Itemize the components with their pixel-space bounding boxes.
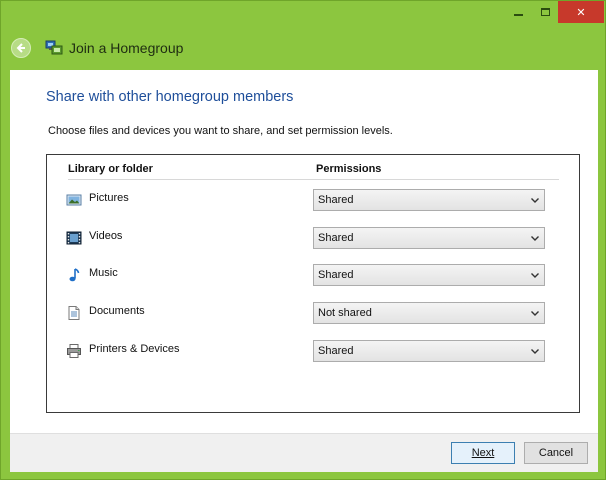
minimize-icon bbox=[513, 14, 523, 16]
printer-icon bbox=[67, 344, 81, 358]
row-label-videos: Videos bbox=[89, 230, 123, 242]
permission-select-printers-devices[interactable]: Shared bbox=[313, 340, 545, 362]
chevron-down-icon bbox=[531, 349, 539, 354]
chevron-down-icon bbox=[531, 198, 539, 203]
dialog-footer: Next Cancel bbox=[10, 433, 598, 472]
row-label-printers-devices: Printers & Devices bbox=[89, 343, 180, 355]
permission-value-videos: Shared bbox=[318, 232, 354, 244]
permission-select-pictures[interactable]: Shared bbox=[313, 189, 545, 211]
permission-select-videos[interactable]: Shared bbox=[313, 227, 545, 249]
permission-value-music: Shared bbox=[318, 269, 354, 281]
title-bar: Join a Homegroup bbox=[11, 35, 183, 61]
list-item-videos: Videos Shared bbox=[47, 226, 581, 250]
maximize-button[interactable] bbox=[532, 1, 558, 23]
chevron-down-icon bbox=[531, 311, 539, 316]
window-title: Join a Homegroup bbox=[69, 40, 184, 56]
permission-select-music[interactable]: Shared bbox=[313, 264, 545, 286]
row-label-music: Music bbox=[89, 267, 118, 279]
homegroup-window: ✕ Join a Homegroup Share with other home… bbox=[0, 0, 606, 480]
minimize-button[interactable] bbox=[504, 1, 532, 23]
videos-icon bbox=[66, 231, 82, 245]
chevron-down-icon bbox=[531, 273, 539, 278]
next-button[interactable]: Next bbox=[451, 442, 515, 464]
row-label-documents: Documents bbox=[89, 305, 145, 317]
header-divider bbox=[68, 179, 559, 180]
permission-value-printers-devices: Shared bbox=[318, 345, 354, 357]
cancel-button[interactable]: Cancel bbox=[524, 442, 588, 464]
music-icon bbox=[69, 268, 80, 282]
list-item-documents: Documents Not shared bbox=[47, 301, 581, 325]
list-item-music: Music Shared bbox=[47, 263, 581, 287]
page-heading: Share with other homegroup members bbox=[46, 89, 294, 105]
homegroup-icon bbox=[45, 40, 63, 55]
maximize-icon bbox=[540, 8, 550, 16]
back-button[interactable] bbox=[11, 38, 31, 58]
permission-value-documents: Not shared bbox=[318, 307, 372, 319]
share-settings-panel: Library or folder Permissions Pictures S… bbox=[46, 154, 580, 413]
permission-select-documents[interactable]: Not shared bbox=[313, 302, 545, 324]
chevron-down-icon bbox=[531, 236, 539, 241]
list-item-printers-devices: Printers & Devices Shared bbox=[47, 339, 581, 363]
documents-icon bbox=[68, 306, 80, 320]
page-description: Choose files and devices you want to sha… bbox=[48, 125, 393, 137]
back-arrow-icon bbox=[16, 43, 25, 53]
permission-value-pictures: Shared bbox=[318, 194, 354, 206]
column-header-library: Library or folder bbox=[68, 163, 153, 175]
row-label-pictures: Pictures bbox=[89, 192, 129, 204]
close-button[interactable]: ✕ bbox=[558, 1, 604, 23]
pictures-icon bbox=[66, 194, 82, 206]
column-header-permissions: Permissions bbox=[316, 163, 382, 175]
list-item-pictures: Pictures Shared bbox=[47, 188, 581, 212]
content-area: Share with other homegroup members Choos… bbox=[10, 70, 598, 433]
close-icon: ✕ bbox=[576, 5, 586, 19]
